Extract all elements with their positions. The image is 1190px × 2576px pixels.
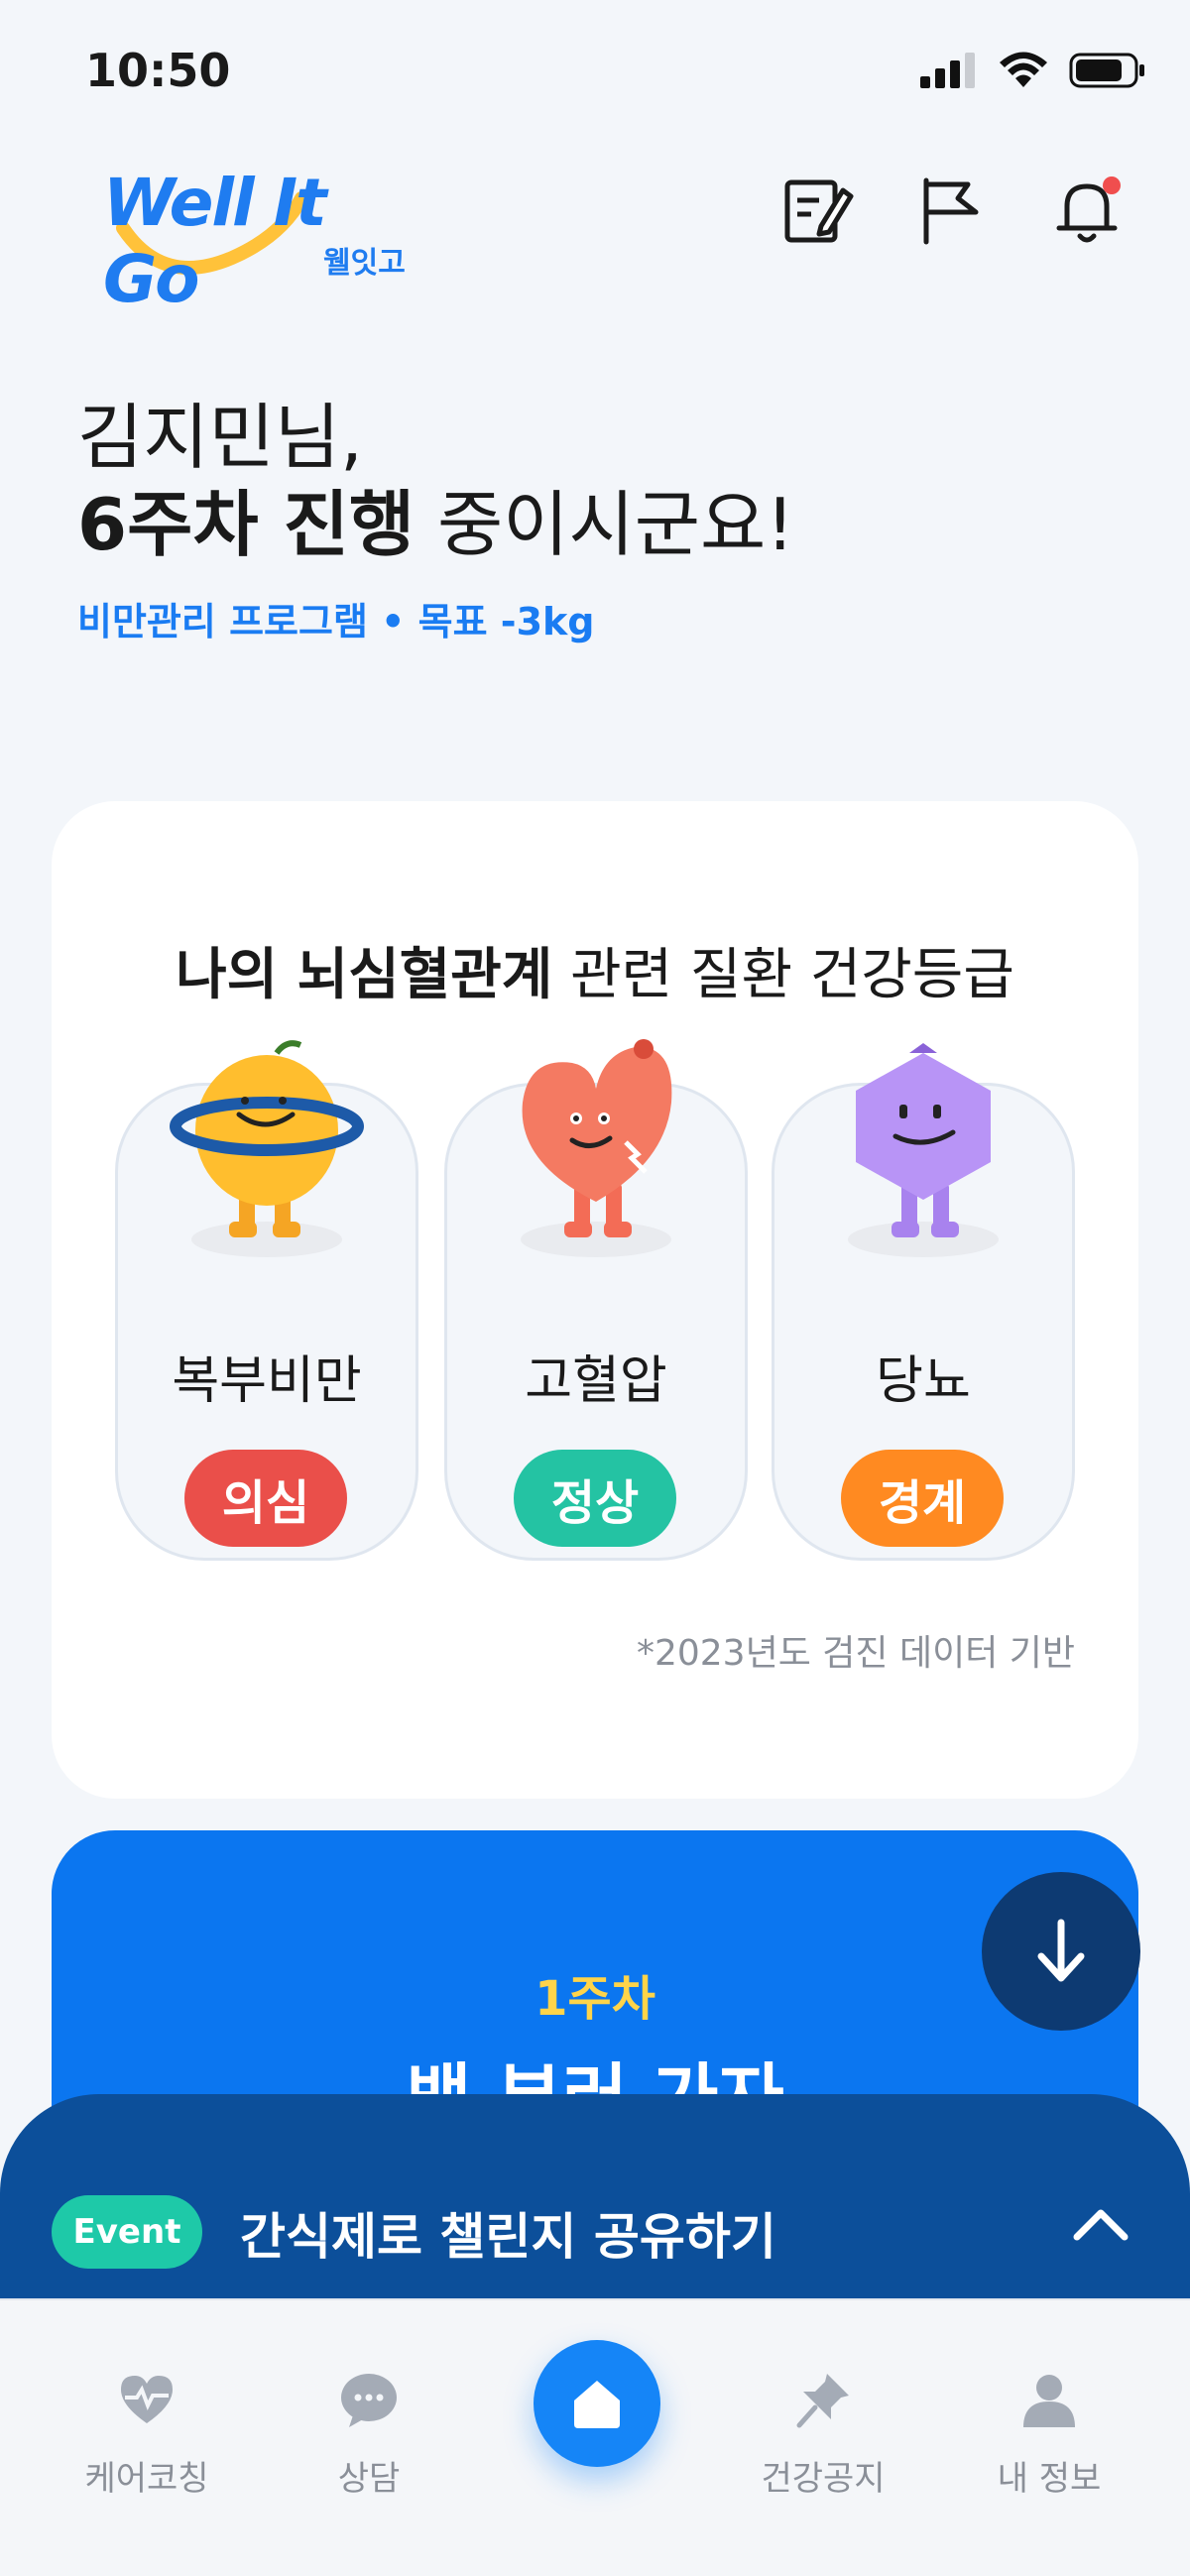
notification-dot [1103,176,1121,194]
sugar-character-icon [848,1043,999,1257]
heart-pulse-icon [121,2376,173,2423]
signal-icon [920,53,975,88]
grade-badge: 경계 [841,1450,1004,1547]
week-number: 1주차 [535,1971,655,2027]
heart-character-icon [521,1039,672,1257]
grade-item-hypertension[interactable]: 고혈압 정상 [444,1023,748,1561]
pin-icon [796,2374,849,2428]
battery-icon [1069,53,1144,88]
greeting-name: 김지민님, [77,396,363,479]
tab-label: 케어코칭 [84,2459,209,2499]
flag-icon [923,177,979,245]
status-icons [920,52,1146,89]
tab-label: 상담 [337,2459,401,2499]
event-tag: Event [52,2195,202,2269]
app-logo[interactable]: Well It Go 웰잇고 [73,159,430,317]
edit-note-icon [784,179,854,243]
grade-name: 고혈압 [525,1351,667,1411]
grade-item-abdominal-obesity[interactable]: 복부비만 의심 [115,1023,418,1561]
chevron-up-icon[interactable] [1071,2205,1130,2245]
event-text: 간식제로 챌린지 공유하기 [240,2208,776,2266]
tab-consult[interactable]: 상담 [270,2350,468,2509]
event-banner[interactable]: Event 간식제로 챌린지 공유하기 [0,2094,1190,2298]
title-rest: 관련 질환 건강등급 [552,943,1014,1007]
grade-badge: 의심 [184,1450,347,1547]
home-icon [574,2381,620,2428]
wifi-icon [1000,52,1047,87]
logo-subtext: 웰잇고 [323,246,406,281]
diary-button[interactable] [777,171,857,250]
data-source-note: *2023년도 검진 데이터 기반 [636,1633,1075,1674]
tab-health-notice[interactable]: 건강공지 [724,2350,922,2509]
grade-badge: 정상 [514,1450,676,1547]
arrow-down-icon [1037,1919,1085,1982]
grade-row: 복부비만 의심 고혈압 정상 당뇨 경계 [115,1023,1075,1561]
grade-name: 당뇨 [876,1351,971,1411]
header-actions [777,171,1127,250]
title-bold: 나의 뇌심혈관계 [176,943,553,1007]
grade-item-diabetes[interactable]: 당뇨 경계 [772,1023,1075,1561]
scroll-down-button[interactable] [982,1872,1140,2031]
tab-home[interactable] [534,2340,660,2467]
app-header: Well It Go 웰잇고 [0,149,1190,317]
tab-care-coaching[interactable]: 케어코칭 [48,2350,246,2509]
greeting-suffix: 중이시군요! [415,482,795,566]
goal-flag-button[interactable] [912,171,992,250]
tab-label: 내 정보 [997,2459,1102,2499]
program-goal: 비만관리 프로그램 • 목표 -3kg [77,600,595,644]
tab-label: 건강공지 [761,2459,886,2499]
tab-my-info[interactable]: 내 정보 [950,2350,1148,2509]
obesity-character-icon [170,1040,364,1257]
status-time: 10:50 [85,44,231,97]
notification-button[interactable] [1047,171,1127,250]
chat-bubble-icon [341,2374,397,2427]
greeting-section: 김지민님, 6주차 진행 중이시군요! 비만관리 프로그램 • 목표 -3kg [77,397,794,645]
greeting-progress: 6주차 진행 중이시군요! [77,479,794,572]
greeting-week: 6주차 진행 [77,482,416,566]
status-bar: 10:50 [0,0,1190,139]
grade-name: 복부비만 [172,1351,362,1411]
bottom-tab-bar: 케어코칭 상담 건강공지 내 정보 [0,2298,1190,2576]
health-grade-title: 나의 뇌심혈관계 관련 질환 건강등급 [52,930,1138,1010]
person-icon [1023,2375,1075,2427]
health-grade-card: 나의 뇌심혈관계 관련 질환 건강등급 복부비만 의심 고혈압 정상 당뇨 경계… [52,801,1138,1799]
